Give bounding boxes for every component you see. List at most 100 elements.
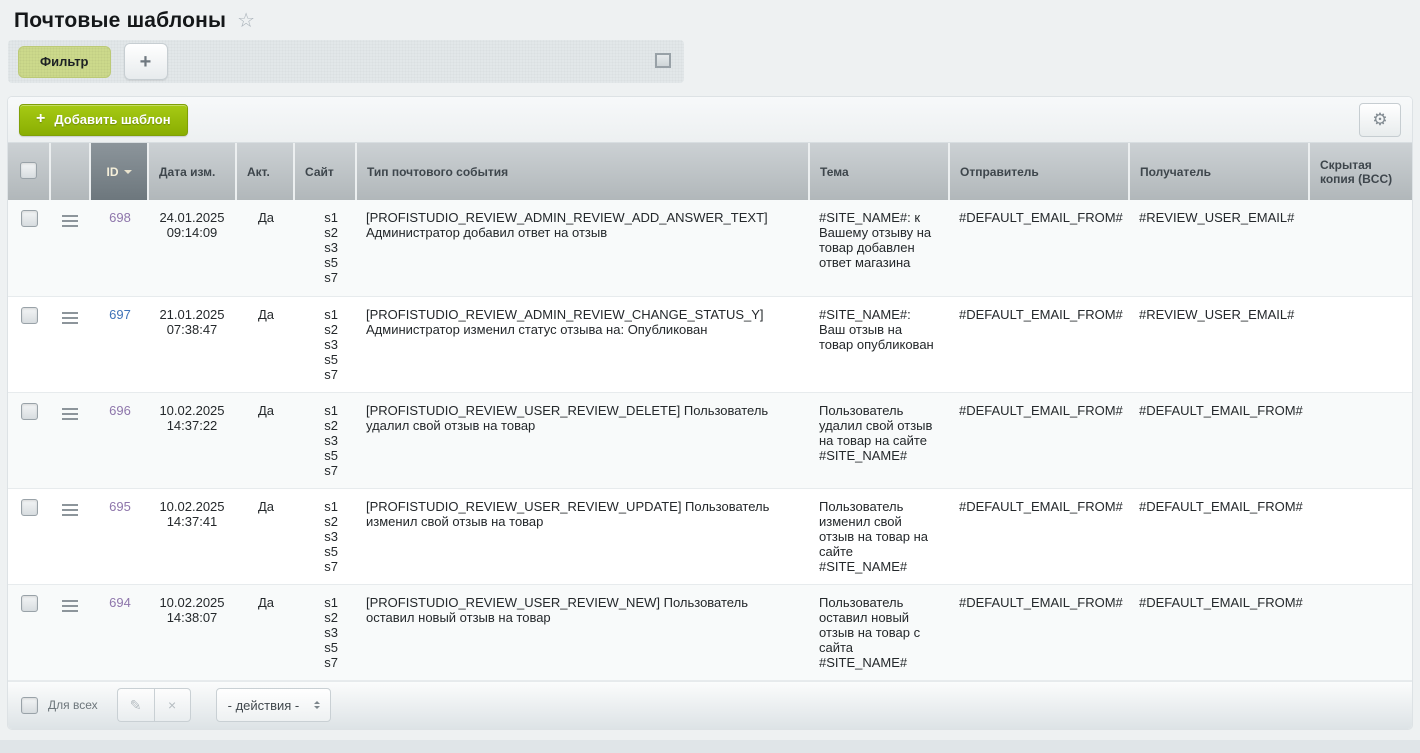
site-id: s5: [304, 640, 338, 655]
row-bcc: [1309, 584, 1412, 680]
row-date: 24.01.2025: [150, 210, 234, 225]
column-header-bcc[interactable]: Скрытая копия (BCC): [1309, 143, 1412, 200]
filter-panel-toggle-icon[interactable]: [655, 53, 671, 68]
column-header-menu: [50, 143, 90, 200]
site-id: s3: [304, 625, 338, 640]
row-subject: Пользователь изменил свой отзыв на товар…: [809, 488, 949, 584]
add-filter-tab-button[interactable]: +: [124, 43, 168, 80]
select-spinner-icon: [314, 698, 320, 712]
row-subject: #SITE_NAME#: к Вашему отзыву на товар до…: [809, 200, 949, 296]
row-checkbox[interactable]: [21, 403, 38, 420]
row-sender: #DEFAULT_EMAIL_FROM#: [949, 200, 1129, 296]
row-bcc: [1309, 392, 1412, 488]
site-id: s7: [304, 367, 338, 382]
row-bcc: [1309, 488, 1412, 584]
site-id: s1: [304, 595, 338, 610]
site-id: s2: [304, 610, 338, 625]
column-header-date[interactable]: Дата изм.: [148, 143, 236, 200]
delete-selected-button[interactable]: ×: [154, 688, 191, 722]
pencil-icon: ✎: [130, 697, 142, 713]
add-template-button[interactable]: + Добавить шаблон: [19, 104, 188, 136]
column-header-subject[interactable]: Тема: [809, 143, 949, 200]
row-sites: s1s2s3s5s7: [294, 296, 356, 392]
row-checkbox[interactable]: [21, 307, 38, 324]
site-id: s2: [304, 514, 338, 529]
row-id-link[interactable]: 696: [109, 403, 131, 418]
row-menu-icon[interactable]: [62, 499, 78, 521]
gear-icon: ⚙: [1372, 110, 1387, 129]
row-recipient: #DEFAULT_EMAIL_FROM#: [1129, 584, 1309, 680]
row-menu-icon[interactable]: [62, 403, 78, 425]
column-header-id[interactable]: ID: [90, 143, 148, 200]
row-sites: s1s2s3s5s7: [294, 392, 356, 488]
column-header-sender[interactable]: Отправитель: [949, 143, 1129, 200]
actions-select-value: - действия -: [228, 698, 300, 713]
close-icon: ×: [168, 697, 176, 713]
row-checkbox[interactable]: [21, 210, 38, 227]
column-header-recipient[interactable]: Получатель: [1129, 143, 1309, 200]
row-id-link[interactable]: 694: [109, 595, 131, 610]
filter-bar: Фильтр +: [8, 40, 684, 83]
row-checkbox[interactable]: [21, 595, 38, 612]
actions-select[interactable]: - действия -: [216, 688, 331, 722]
table-header-row: ID Дата изм. Акт. Сайт Тип почтового соб…: [8, 143, 1412, 200]
row-sites: s1s2s3s5s7: [294, 584, 356, 680]
bottom-strip: [0, 740, 1420, 753]
site-id: s2: [304, 322, 338, 337]
edit-selected-button[interactable]: ✎: [117, 688, 154, 722]
row-date: 10.02.2025: [150, 595, 234, 610]
row-bcc: [1309, 200, 1412, 296]
grid-settings-button[interactable]: ⚙: [1359, 103, 1401, 137]
site-id: s5: [304, 448, 338, 463]
table-row: 695 10.02.2025 14:37:41 Да s1s2s3s5s7 [P…: [8, 488, 1412, 584]
table-row: 696 10.02.2025 14:37:22 Да s1s2s3s5s7 [P…: [8, 392, 1412, 488]
row-event-type: [PROFISTUDIO_REVIEW_USER_REVIEW_UPDATE] …: [356, 488, 809, 584]
row-event-type: [PROFISTUDIO_REVIEW_ADMIN_REVIEW_CHANGE_…: [356, 296, 809, 392]
row-id-link[interactable]: 698: [109, 210, 131, 225]
column-header-site[interactable]: Сайт: [294, 143, 356, 200]
row-bcc: [1309, 296, 1412, 392]
row-time: 14:37:41: [150, 514, 234, 529]
row-recipient: #DEFAULT_EMAIL_FROM#: [1129, 392, 1309, 488]
site-id: s5: [304, 544, 338, 559]
row-menu-icon[interactable]: [62, 307, 78, 329]
table-row: 698 24.01.2025 09:14:09 Да s1s2s3s5s7 [P…: [8, 200, 1412, 296]
site-id: s7: [304, 270, 338, 285]
favorite-star-icon[interactable]: ☆: [237, 11, 255, 31]
row-sender: #DEFAULT_EMAIL_FROM#: [949, 488, 1129, 584]
row-sender: #DEFAULT_EMAIL_FROM#: [949, 296, 1129, 392]
row-menu-icon[interactable]: [62, 210, 78, 232]
select-all-footer-checkbox[interactable]: [21, 697, 38, 714]
site-id: s3: [304, 529, 338, 544]
row-date: 21.01.2025: [150, 307, 234, 322]
grid-toolbar: + Добавить шаблон ⚙: [8, 97, 1412, 143]
page-header: Почтовые шаблоны ☆: [8, 0, 1412, 40]
row-id-link[interactable]: 697: [109, 307, 131, 322]
templates-table: ID Дата изм. Акт. Сайт Тип почтового соб…: [8, 143, 1412, 681]
site-id: s1: [304, 210, 338, 225]
row-recipient: #REVIEW_USER_EMAIL#: [1129, 200, 1309, 296]
row-id-link[interactable]: 695: [109, 499, 131, 514]
site-id: s7: [304, 655, 338, 670]
table-row: 694 10.02.2025 14:38:07 Да s1s2s3s5s7 [P…: [8, 584, 1412, 680]
admin-page: Почтовые шаблоны ☆ Фильтр + + Добавить ш…: [0, 0, 1420, 729]
grid-body: 698 24.01.2025 09:14:09 Да s1s2s3s5s7 [P…: [8, 200, 1412, 680]
table-row: 697 21.01.2025 07:38:47 Да s1s2s3s5s7 [P…: [8, 296, 1412, 392]
select-all-checkbox[interactable]: [20, 162, 37, 179]
site-id: s1: [304, 307, 338, 322]
filter-button[interactable]: Фильтр: [18, 46, 111, 78]
row-menu-icon[interactable]: [62, 595, 78, 617]
grid-panel: + Добавить шаблон ⚙ ID Дата изм. Акт. Са: [8, 97, 1412, 729]
column-header-event-type[interactable]: Тип почтового события: [356, 143, 809, 200]
row-active: Да: [236, 200, 294, 296]
row-time: 07:38:47: [150, 322, 234, 337]
column-header-active[interactable]: Акт.: [236, 143, 294, 200]
row-checkbox[interactable]: [21, 499, 38, 516]
row-active: Да: [236, 488, 294, 584]
row-time: 14:37:22: [150, 418, 234, 433]
row-date: 10.02.2025: [150, 499, 234, 514]
site-id: s1: [304, 499, 338, 514]
row-recipient: #REVIEW_USER_EMAIL#: [1129, 296, 1309, 392]
row-sender: #DEFAULT_EMAIL_FROM#: [949, 392, 1129, 488]
row-active: Да: [236, 296, 294, 392]
